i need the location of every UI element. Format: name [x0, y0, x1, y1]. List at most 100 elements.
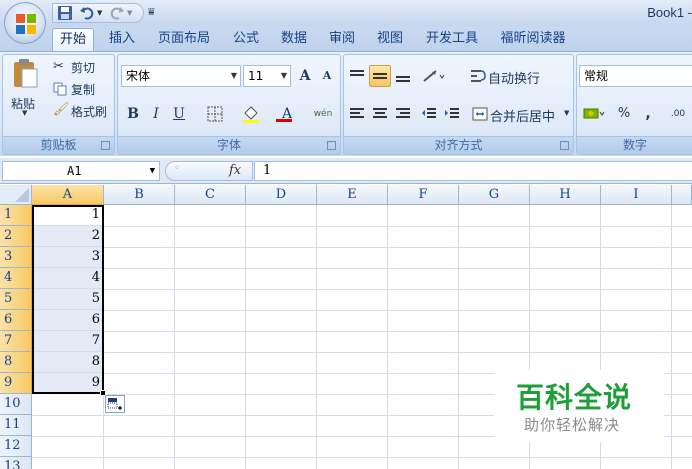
increase-indent-button[interactable]	[441, 103, 463, 125]
comma-style-button[interactable]: ,	[637, 103, 659, 125]
borders-button[interactable]	[200, 103, 230, 125]
tab-developer[interactable]: 开发工具	[418, 28, 486, 51]
column-header[interactable]: C	[175, 185, 246, 205]
merge-center-icon	[472, 107, 488, 121]
paste-dropdown-icon: ▼	[22, 109, 28, 117]
decrease-indent-button[interactable]	[418, 103, 440, 125]
align-bottom-icon	[396, 76, 410, 82]
column-header[interactable]: B	[104, 185, 175, 205]
auto-fill-options-button[interactable]	[105, 395, 125, 413]
column-header[interactable]: D	[246, 185, 317, 205]
cut-button[interactable]: ✂ 剪切	[51, 57, 113, 77]
format-painter-button[interactable]: 🖌 格式刷	[51, 101, 113, 121]
row-header[interactable]: 4	[0, 268, 32, 289]
row-header[interactable]: 7	[0, 331, 32, 352]
column-header[interactable]: F	[388, 185, 459, 205]
row-header[interactable]: 5	[0, 289, 32, 310]
column-header[interactable]: A	[32, 185, 104, 205]
row-header[interactable]: 11	[0, 415, 32, 436]
column-header[interactable]: I	[601, 185, 672, 205]
name-box[interactable]: A1 ▼	[2, 161, 160, 181]
tab-formulas[interactable]: 公式	[226, 28, 266, 51]
tab-page-layout[interactable]: 页面布局	[150, 28, 218, 51]
number-format-select[interactable]: 常规	[579, 65, 692, 87]
italic-label: I	[153, 106, 159, 122]
alignment-group: 自动换行 合并后居中 ▼ 对齐方式	[343, 54, 574, 155]
align-left-button[interactable]	[346, 103, 368, 125]
formula-input[interactable]: 1	[254, 161, 692, 181]
office-button[interactable]	[4, 2, 46, 44]
money-icon	[583, 108, 605, 119]
row-header[interactable]: 10	[0, 394, 32, 415]
customize-qat-icon[interactable]: ⩸	[148, 5, 155, 19]
save-icon[interactable]	[57, 5, 75, 22]
insert-function-button[interactable]: fx	[229, 163, 241, 178]
chevron-down-icon: ▼	[230, 71, 237, 80]
align-center-button[interactable]	[369, 103, 391, 125]
fill-color-button[interactable]	[236, 103, 266, 125]
tab-foxit-reader[interactable]: 福昕阅读器	[494, 28, 572, 51]
alignment-group-label: 对齐方式	[344, 136, 573, 154]
column-header[interactable]: H	[530, 185, 601, 205]
merge-center-button[interactable]: 合并后居中 ▼	[470, 103, 574, 125]
align-middle-icon	[373, 73, 387, 79]
row-header[interactable]: 3	[0, 247, 32, 268]
undo-dropdown-icon[interactable]: ▼	[97, 5, 107, 22]
tab-home[interactable]: 开始	[52, 28, 94, 51]
row-header[interactable]: 6	[0, 310, 32, 331]
grow-font-button[interactable]: A	[294, 65, 316, 87]
paste-button[interactable]: 粘贴 ▼	[9, 59, 45, 119]
tab-insert[interactable]: 插入	[102, 28, 142, 51]
italic-button[interactable]: I	[145, 103, 167, 125]
row-header[interactable]: 13	[0, 457, 32, 469]
increase-decimal-button[interactable]: .00	[663, 103, 692, 125]
function-dropdown-icon[interactable]: ◦	[174, 163, 180, 174]
column-header[interactable]	[672, 185, 692, 205]
accounting-format-button[interactable]	[579, 103, 609, 125]
font-size-select[interactable]: 11 ▼	[243, 65, 291, 87]
redo-dropdown-icon[interactable]: ▼	[127, 5, 137, 22]
orientation-button[interactable]	[418, 65, 450, 87]
font-color-button[interactable]: A	[272, 103, 302, 125]
percent-style-button[interactable]: %	[613, 103, 635, 125]
undo-icon[interactable]	[79, 5, 97, 22]
tab-data[interactable]: 数据	[274, 28, 314, 51]
underline-button[interactable]: U	[168, 103, 190, 125]
align-right-button[interactable]	[392, 103, 414, 125]
clipboard-launcher-icon[interactable]	[101, 141, 110, 150]
align-top-icon	[350, 70, 364, 76]
align-bottom-button[interactable]	[392, 65, 414, 87]
watermark-title: 百科全说	[516, 381, 633, 414]
font-launcher-icon[interactable]	[327, 141, 336, 150]
row-header[interactable]: 9	[0, 373, 32, 394]
formula-buttons: ◦ fx	[165, 161, 253, 181]
align-middle-button[interactable]	[369, 65, 391, 87]
redo-icon[interactable]	[109, 5, 127, 22]
column-header[interactable]: G	[459, 185, 530, 205]
font-name-select[interactable]: 宋体 ▼	[121, 65, 241, 87]
tab-review[interactable]: 审阅	[322, 28, 362, 51]
row-header[interactable]: 12	[0, 436, 32, 457]
phonetic-guide-button[interactable]: wén	[308, 103, 338, 125]
select-all-button[interactable]	[0, 185, 32, 205]
tab-view[interactable]: 视图	[370, 28, 410, 51]
shrink-font-button[interactable]: A	[316, 65, 338, 87]
alignment-launcher-icon[interactable]	[560, 141, 569, 150]
wrap-text-label: 自动换行	[488, 72, 541, 87]
bold-button[interactable]: B	[122, 103, 144, 125]
copy-icon	[53, 82, 67, 96]
number-group: 常规 % , .00 数字	[576, 54, 692, 155]
align-top-button[interactable]	[346, 65, 368, 87]
format-painter-label: 格式刷	[71, 105, 108, 119]
row-header[interactable]: 8	[0, 352, 32, 373]
font-group-label: 字体	[118, 136, 340, 154]
office-logo-icon	[16, 14, 36, 34]
title-bar: ▼ ▼ ⩸ Book1 -	[0, 0, 692, 26]
row-header[interactable]: 1	[0, 205, 32, 226]
watermark-subtitle: 助你轻松解决	[524, 416, 621, 434]
wrap-text-button[interactable]: 自动换行	[468, 65, 572, 87]
shrink-font-label: A	[322, 69, 332, 82]
column-header[interactable]: E	[317, 185, 388, 205]
copy-button[interactable]: 复制	[51, 79, 113, 99]
row-header[interactable]: 2	[0, 226, 32, 247]
